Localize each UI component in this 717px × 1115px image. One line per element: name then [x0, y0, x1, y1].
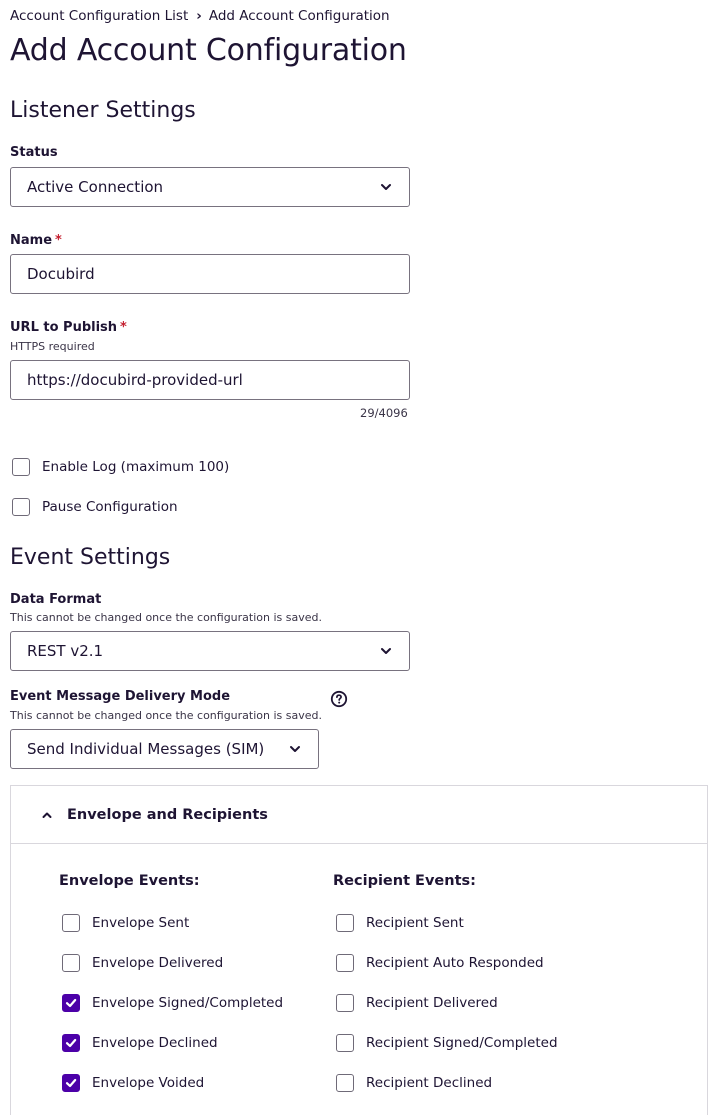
delivery-mode-select[interactable]: Send Individual Messages (SIM) — [10, 729, 319, 769]
recipient-event-label: Recipient Delivered — [366, 995, 498, 1011]
recipient-event-checkbox[interactable] — [336, 914, 354, 932]
url-label-text: URL to Publish — [10, 320, 118, 335]
recipient-event-label: Recipient Declined — [366, 1075, 493, 1091]
pause-configuration-checkbox[interactable] — [12, 498, 30, 516]
recipient-event-checkbox[interactable] — [336, 1074, 354, 1092]
envelope-event-label: Envelope Delivered — [92, 955, 224, 971]
data-format-select[interactable]: REST v2.1 — [10, 631, 410, 671]
recipient-event-option[interactable]: Recipient Sent — [336, 914, 464, 932]
envelope-event-label: Envelope Signed/Completed — [92, 995, 284, 1011]
chevron-down-icon — [290, 746, 300, 752]
envelope-events-heading: Envelope Events: — [59, 873, 200, 889]
url-input-value: https://docubird-provided-url — [27, 371, 243, 389]
envelope-event-checkbox[interactable] — [62, 1074, 80, 1092]
page-title: Add Account Configuration — [10, 33, 407, 68]
checkmark-icon — [65, 1078, 77, 1088]
data-format-hint: This cannot be changed once the configur… — [10, 611, 322, 624]
recipient-event-checkbox[interactable] — [336, 1034, 354, 1052]
chevron-down-icon — [381, 184, 391, 190]
recipient-event-option[interactable]: Recipient Signed/Completed — [336, 1034, 558, 1052]
recipient-event-option[interactable]: Recipient Declined — [336, 1074, 492, 1092]
pause-configuration-label: Pause Configuration — [42, 499, 178, 515]
checkmark-icon — [65, 998, 77, 1008]
event-settings-heading: Event Settings — [10, 545, 171, 570]
envelope-event-option[interactable]: Envelope Voided — [62, 1074, 204, 1092]
delivery-mode-select-value: Send Individual Messages (SIM) — [27, 740, 265, 758]
listener-settings-heading: Listener Settings — [10, 98, 196, 123]
required-asterisk: * — [120, 320, 127, 335]
url-character-counter: 29/4096 — [360, 406, 408, 420]
envelope-event-checkbox[interactable] — [62, 914, 80, 932]
recipient-event-checkbox[interactable] — [336, 994, 354, 1012]
enable-log-checkbox[interactable] — [12, 458, 30, 476]
breadcrumb-separator-icon: › — [196, 8, 202, 24]
enable-log-option[interactable]: Enable Log (maximum 100) — [12, 458, 229, 476]
envelope-recipients-panel: Envelope and Recipients Envelope Events:… — [10, 785, 708, 1115]
breadcrumb-link-account-configuration-list[interactable]: Account Configuration List — [10, 8, 188, 24]
envelope-event-checkbox[interactable] — [62, 954, 80, 972]
envelope-recipients-title: Envelope and Recipients — [67, 806, 268, 823]
url-label: URL to Publish * — [10, 320, 127, 335]
chevron-down-icon — [381, 648, 391, 654]
chevron-up-icon — [42, 812, 52, 818]
name-input-value: Docubird — [27, 265, 95, 283]
delivery-mode-label: Event Message Delivery Mode — [10, 689, 231, 704]
envelope-event-checkbox[interactable] — [62, 1034, 80, 1052]
envelope-event-label: Envelope Declined — [92, 1035, 218, 1051]
data-format-select-value: REST v2.1 — [27, 642, 104, 660]
url-input[interactable]: https://docubird-provided-url — [10, 360, 410, 400]
envelope-event-checkbox[interactable] — [62, 994, 80, 1012]
question-circle-icon[interactable] — [330, 690, 348, 708]
required-asterisk: * — [55, 233, 62, 248]
recipient-event-label: Recipient Signed/Completed — [366, 1035, 558, 1051]
envelope-event-option[interactable]: Envelope Delivered — [62, 954, 223, 972]
envelope-event-label: Envelope Sent — [92, 915, 190, 931]
envelope-recipients-accordion-toggle[interactable]: Envelope and Recipients — [11, 786, 707, 844]
envelope-event-label: Envelope Voided — [92, 1075, 205, 1091]
recipient-event-label: Recipient Sent — [366, 915, 464, 931]
recipient-event-option[interactable]: Recipient Delivered — [336, 994, 498, 1012]
delivery-mode-hint: This cannot be changed once the configur… — [10, 709, 322, 722]
enable-log-label: Enable Log (maximum 100) — [42, 459, 230, 475]
recipient-event-checkbox[interactable] — [336, 954, 354, 972]
name-label-text: Name — [10, 233, 53, 248]
pause-configuration-option[interactable]: Pause Configuration — [12, 498, 178, 516]
status-label: Status — [10, 145, 58, 160]
data-format-label: Data Format — [10, 592, 102, 607]
envelope-event-option[interactable]: Envelope Signed/Completed — [62, 994, 283, 1012]
status-select[interactable]: Active Connection — [10, 167, 410, 207]
status-select-value: Active Connection — [27, 178, 164, 196]
breadcrumb: Account Configuration List › Add Account C… — [10, 8, 390, 24]
breadcrumb-current: Add Account Configuration — [208, 8, 390, 24]
recipient-events-heading: Recipient Events: — [333, 873, 476, 889]
recipient-event-label: Recipient Auto Responded — [366, 955, 544, 971]
name-input[interactable]: Docubird — [10, 254, 410, 294]
name-label: Name * — [10, 233, 62, 248]
envelope-event-option[interactable]: Envelope Sent — [62, 914, 189, 932]
recipient-event-option[interactable]: Recipient Auto Responded — [336, 954, 544, 972]
url-hint: HTTPS required — [10, 340, 95, 353]
checkmark-icon — [65, 1038, 77, 1048]
envelope-event-option[interactable]: Envelope Declined — [62, 1034, 218, 1052]
